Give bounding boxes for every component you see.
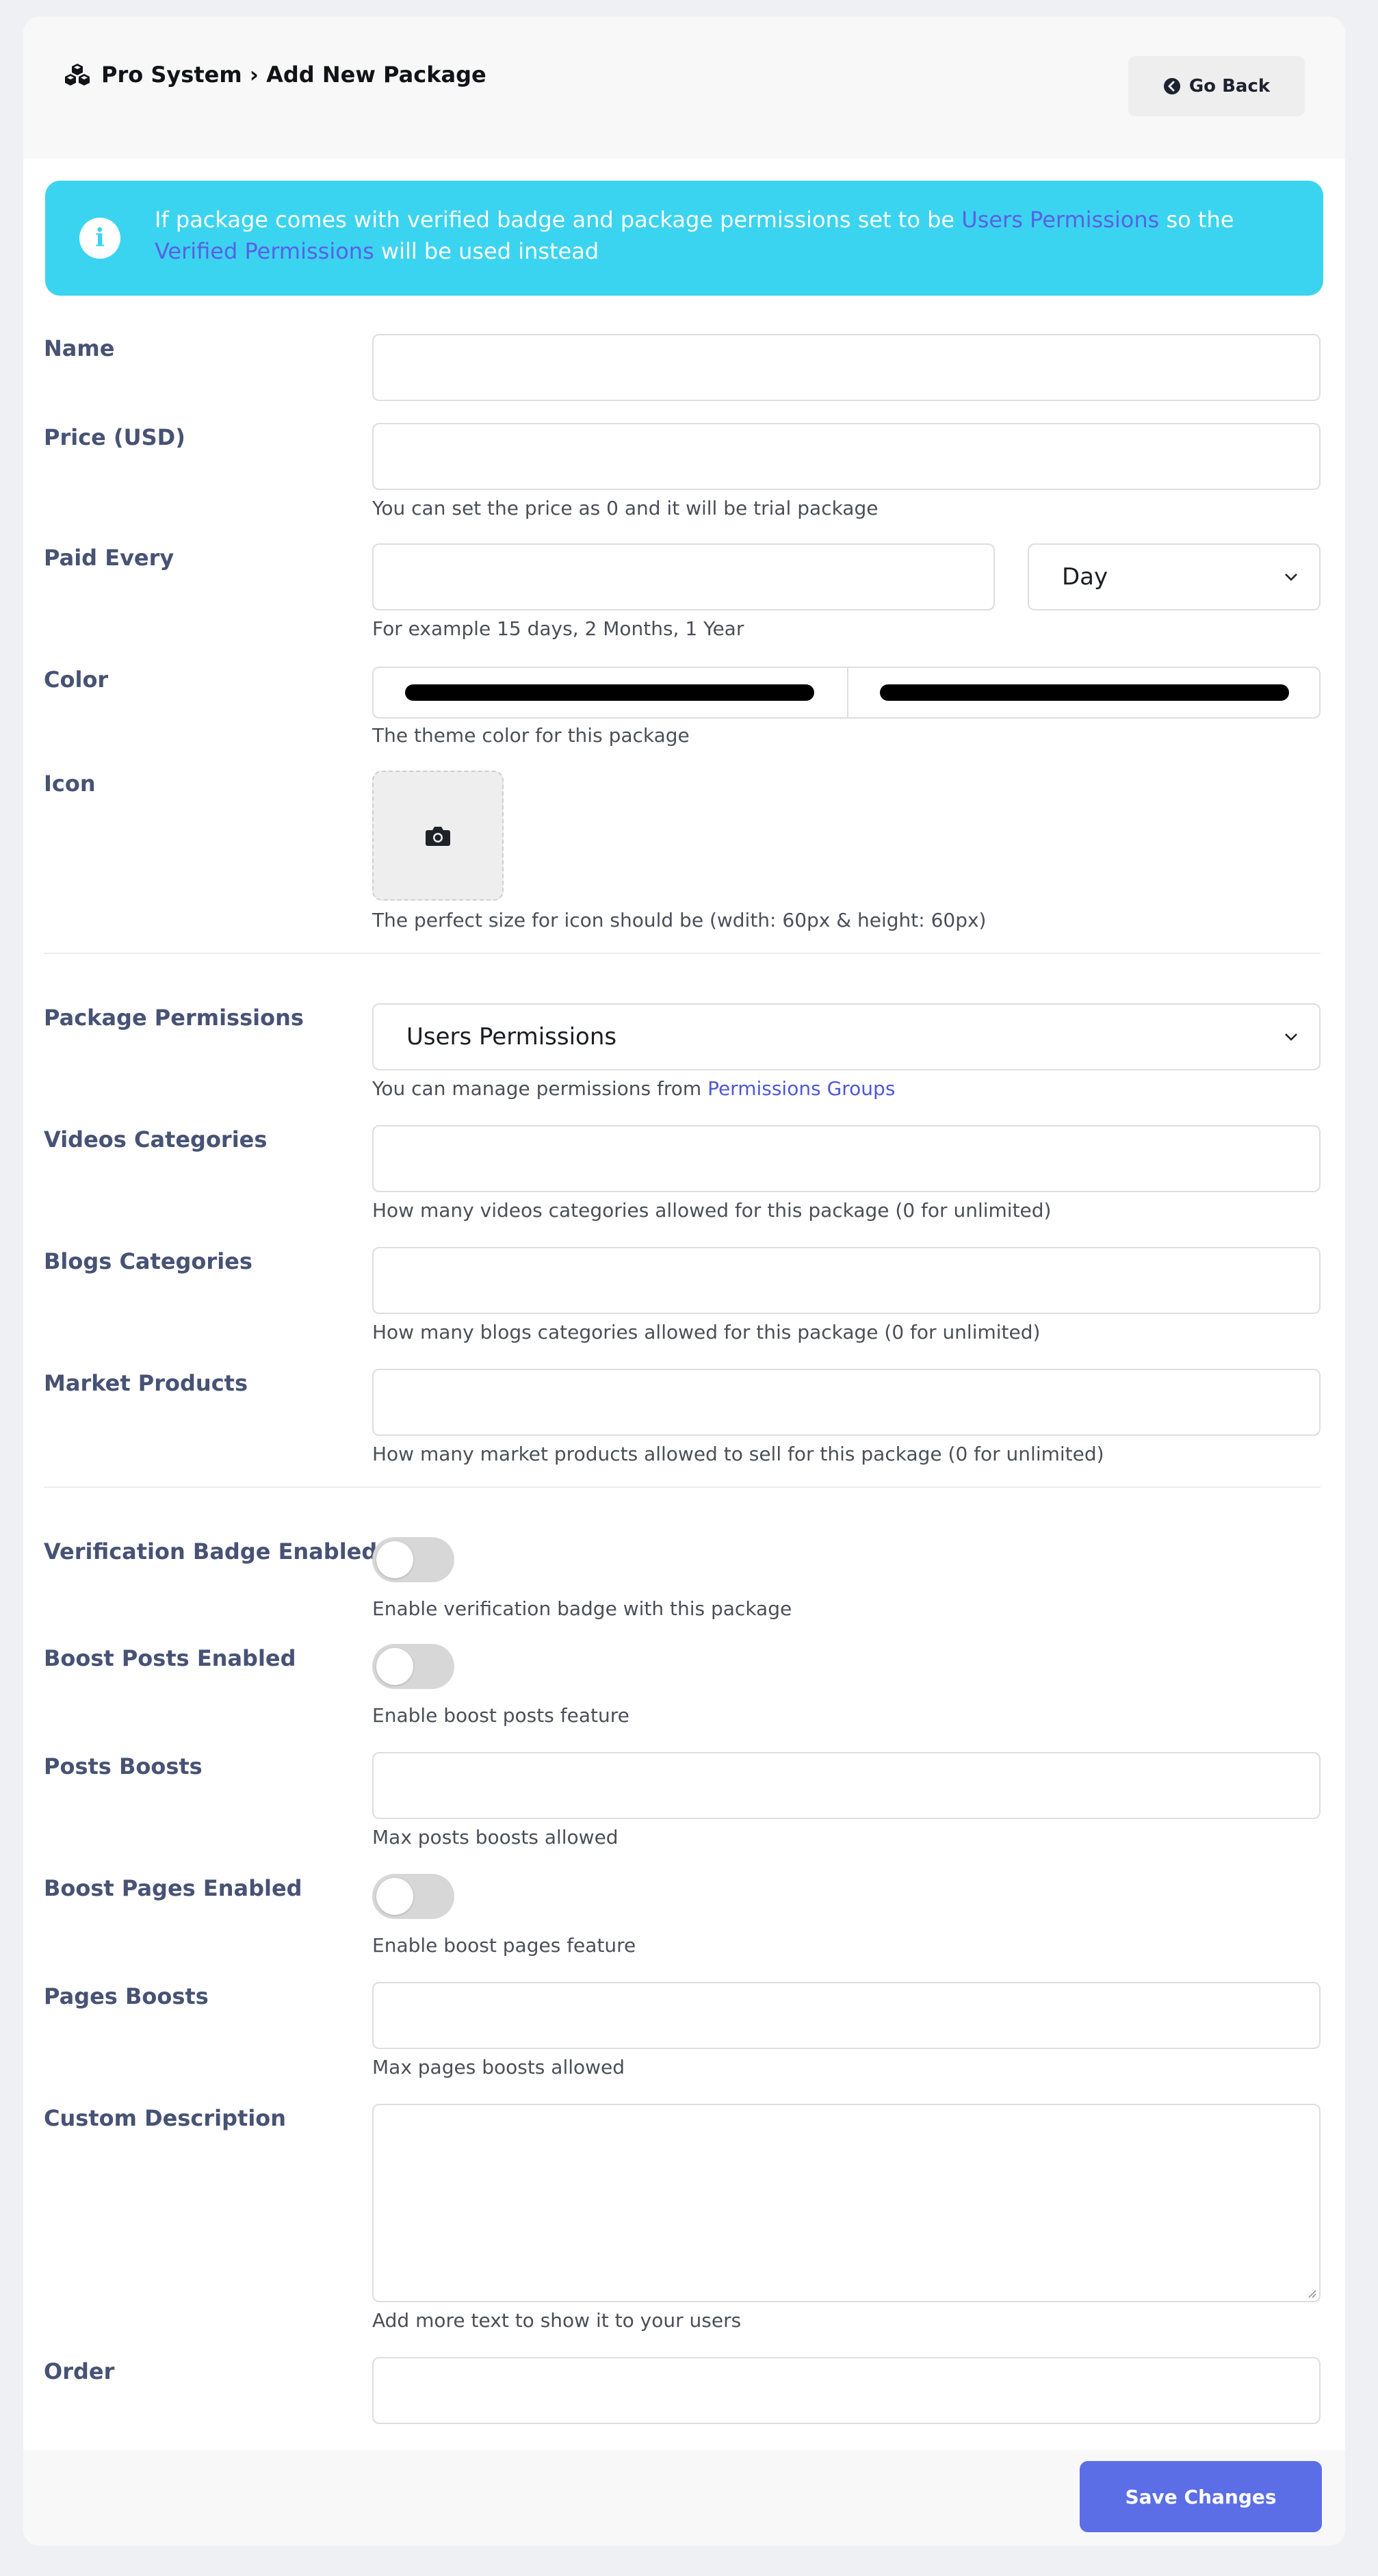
secondary-color-picker[interactable] [880, 684, 1289, 701]
videos-categories-label: Videos Categories [44, 1126, 268, 1152]
paid-every-hint: For example 15 days, 2 Months, 1 Year [372, 617, 744, 640]
info-circle-icon: i [79, 218, 120, 259]
custom-description-hint: Add more text to show it to your users [372, 2309, 742, 2332]
blogs-categories-input[interactable] [372, 1247, 1321, 1314]
info-alert: i If package comes with verified badge a… [45, 181, 1323, 296]
save-changes-button[interactable]: Save Changes [1080, 2461, 1322, 2532]
period-select[interactable]: Day [1028, 543, 1321, 610]
color-label: Color [44, 667, 109, 693]
price-input[interactable] [372, 423, 1321, 490]
verified-permissions-link[interactable]: Verified Permissions [155, 238, 374, 264]
icon-label: Icon [44, 771, 96, 797]
period-select-value: Day [1062, 563, 1108, 591]
toggle-knob [376, 1878, 413, 1915]
resize-grip-icon[interactable] [1305, 2287, 1316, 2298]
pages-boosts-input[interactable] [372, 1982, 1321, 2049]
permissions-groups-link[interactable]: Permissions Groups [707, 1077, 895, 1100]
toggle-knob [376, 1541, 413, 1578]
arrow-circle-left-icon [1163, 78, 1180, 94]
pages-boosts-label: Pages Boosts [44, 1983, 209, 2009]
videos-categories-input[interactable] [372, 1125, 1321, 1192]
card-footer: Save Changes [23, 2450, 1345, 2546]
primary-color-picker[interactable] [405, 684, 814, 701]
verification-badge-toggle[interactable] [372, 1537, 454, 1582]
pages-boosts-hint: Max pages boosts allowed [372, 2056, 625, 2078]
package-permissions-label: Package Permissions [44, 1005, 304, 1031]
market-products-hint: How many market products allowed to sell… [372, 1443, 1104, 1465]
section-divider [44, 1486, 1321, 1488]
posts-boosts-label: Posts Boosts [44, 1753, 203, 1779]
custom-description-label: Custom Description [44, 2105, 287, 2131]
page-title: Pro System › Add New Package [63, 57, 486, 92]
market-products-label: Market Products [44, 1370, 248, 1396]
package-permissions-value: Users Permissions [406, 1023, 617, 1051]
boost-pages-hint: Enable boost pages feature [372, 1934, 636, 1957]
chevron-down-icon [1285, 1033, 1297, 1041]
alert-message: If package comes with verified badge and… [155, 207, 1234, 264]
users-permissions-link[interactable]: Users Permissions [961, 207, 1159, 233]
market-products-input[interactable] [372, 1369, 1321, 1436]
color-divider [847, 668, 848, 717]
custom-description-textarea[interactable] [372, 2104, 1321, 2302]
icon-hint: The perfect size for icon should be (wdi… [372, 909, 987, 931]
page-title-text: Pro System › Add New Package [101, 62, 486, 88]
go-back-label: Go Back [1188, 76, 1271, 96]
chevron-down-icon [1285, 574, 1297, 581]
toggle-knob [376, 1648, 413, 1685]
card-header: Pro System › Add New Package Go Back [23, 16, 1345, 159]
order-label: Order [44, 2358, 115, 2384]
verification-badge-hint: Enable verification badge with this pack… [372, 1597, 792, 1620]
boost-posts-label: Boost Posts Enabled [44, 1645, 296, 1671]
price-hint: You can set the price as 0 and it will b… [372, 497, 879, 519]
posts-boosts-hint: Max posts boosts allowed [372, 1826, 619, 1849]
package-permissions-hint: You can manage permissions from Permissi… [372, 1077, 896, 1100]
boost-pages-label: Boost Pages Enabled [44, 1875, 302, 1901]
name-label: Name [44, 335, 115, 361]
price-label: Price (USD) [44, 424, 185, 450]
verification-badge-label: Verification Badge Enabled [44, 1538, 378, 1564]
add-package-card: Pro System › Add New Package Go Back i I… [23, 16, 1345, 2546]
paid-every-label: Paid Every [44, 545, 174, 571]
boost-posts-hint: Enable boost posts feature [372, 1704, 629, 1727]
boost-posts-toggle[interactable] [372, 1644, 454, 1689]
package-permissions-select[interactable]: Users Permissions [372, 1003, 1321, 1070]
go-back-button[interactable]: Go Back [1128, 56, 1305, 116]
posts-boosts-input[interactable] [372, 1752, 1321, 1819]
blogs-categories-label: Blogs Categories [44, 1248, 252, 1274]
icon-upload[interactable] [372, 771, 504, 901]
color-pickers [372, 667, 1321, 719]
cubes-icon [65, 64, 90, 86]
videos-categories-hint: How many videos categories allowed for t… [372, 1199, 1052, 1222]
paid-every-input[interactable] [372, 543, 995, 610]
section-divider [44, 953, 1321, 954]
boost-pages-toggle[interactable] [372, 1874, 454, 1919]
order-input[interactable] [372, 2357, 1321, 2424]
blogs-categories-hint: How many blogs categories allowed for th… [372, 1321, 1041, 1343]
name-input[interactable] [372, 334, 1321, 401]
camera-icon [426, 827, 450, 846]
color-hint: The theme color for this package [372, 724, 690, 747]
